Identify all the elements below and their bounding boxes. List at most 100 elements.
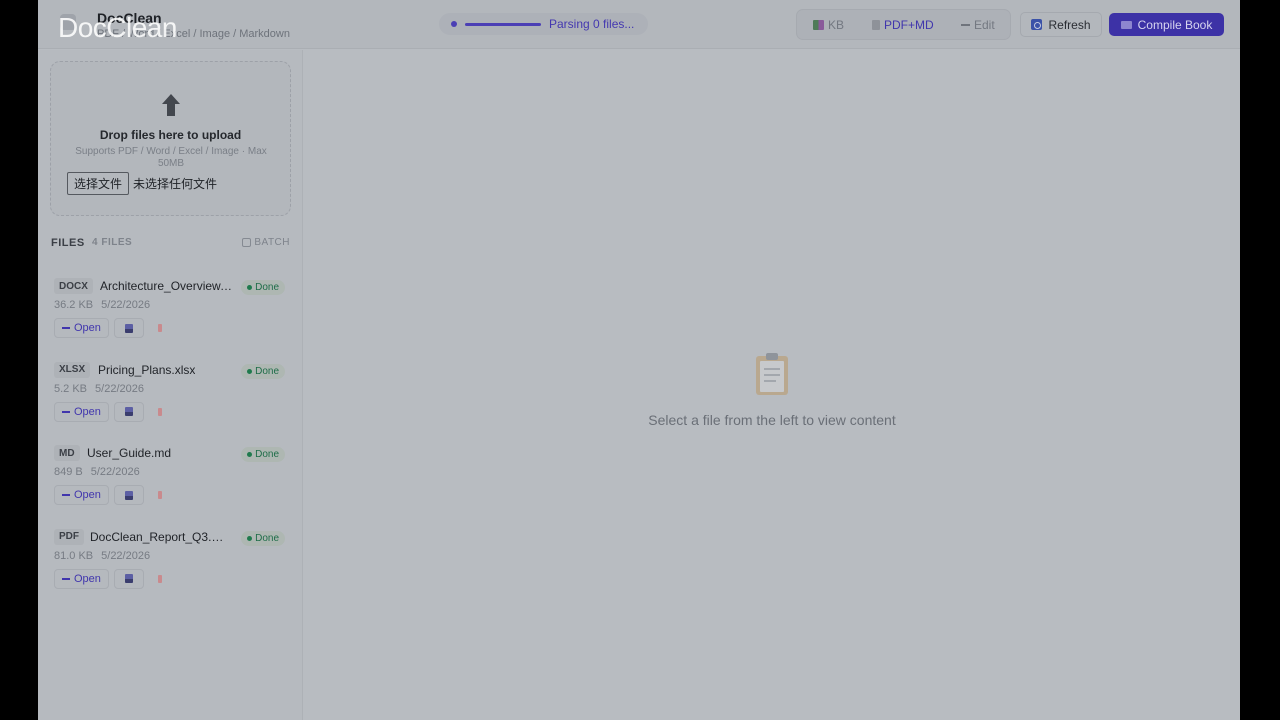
document-icon	[872, 19, 880, 30]
top-bar: DocClean PDF / Word / Excel / Image / Ma…	[38, 0, 1240, 49]
file-date: 5/22/2026	[101, 549, 151, 562]
download-icon	[124, 490, 133, 500]
mode-pdf-md-label: PDF+MD	[884, 17, 934, 32]
progress-dot-icon	[451, 21, 457, 27]
file-date: 5/22/2026	[101, 299, 151, 311]
open-file-button[interactable]: Open	[54, 485, 109, 505]
status-dot-icon	[247, 368, 253, 374]
view-mode-switch: KB PDF+MD Edit	[796, 9, 1011, 40]
delete-button[interactable]	[149, 569, 171, 589]
empty-state-text: Select a file from the left to view cont…	[648, 412, 896, 428]
file-list-item[interactable]: PDF DocClean_Report_Q3.pdf Done 81.0 KB 5/22…	[48, 520, 293, 604]
status-dot-icon	[247, 452, 253, 457]
compile-book-label: Compile Book	[1137, 17, 1213, 32]
download-icon	[124, 574, 133, 583]
files-label: FILES	[51, 237, 85, 249]
open-icon	[62, 494, 70, 496]
open-label: Open	[74, 322, 101, 334]
progress-bar	[465, 23, 541, 26]
mode-kb-label: KB	[828, 17, 845, 32]
refresh-button[interactable]: Refresh	[1020, 12, 1102, 37]
choose-file-status: 未选择任何文件	[133, 177, 218, 191]
file-list-item[interactable]: XLSX Pricing_Plans.xlsx Done 5.2 KB 5/22/202…	[48, 353, 293, 437]
file-chooser: 选择文件 未选择任何文件	[67, 172, 217, 195]
status-label: Done	[255, 449, 279, 460]
file-date: 5/22/2026	[90, 466, 140, 478]
progress-text: Parsing 0 files...	[549, 17, 635, 31]
file-list-item[interactable]: MD User_Guide.md Done 849 B 5/22/2026 Open	[48, 436, 293, 520]
file-size: 5.2 KB	[54, 382, 88, 395]
open-file-button[interactable]: Open	[54, 318, 109, 338]
open-icon	[62, 577, 70, 580]
status-dot-icon	[247, 535, 253, 541]
delete-button[interactable]	[149, 318, 171, 338]
file-actions: Open	[54, 568, 171, 589]
app-window: DocClean PDF / Word / Excel / Image / Ma…	[38, 0, 1240, 720]
file-name[interactable]: DocClean_Report_Q3.pdf	[90, 530, 224, 544]
mode-kb-button[interactable]: KB	[805, 13, 852, 36]
status-badge: Done	[241, 280, 285, 295]
dropzone-title: Drop files here to upload	[99, 128, 242, 142]
download-icon	[124, 407, 133, 416]
file-actions: Open	[54, 318, 171, 338]
upload-dropzone[interactable]: Drop files here to upload Supports PDF /…	[50, 61, 291, 216]
choose-file-button[interactable]: 选择文件	[67, 172, 130, 195]
progress-bar-fill	[465, 23, 541, 26]
open-label: Open	[74, 405, 101, 418]
sidebar: Drop files here to upload Supports PDF /…	[38, 50, 303, 720]
edit-icon	[961, 23, 970, 26]
files-count: 4 FILES	[92, 237, 133, 248]
file-name[interactable]: Pricing_Plans.xlsx	[98, 363, 195, 377]
file-type-badge: MD	[54, 445, 80, 461]
download-button[interactable]	[113, 568, 144, 589]
batch-button[interactable]: BATCH	[242, 237, 290, 248]
delete-button[interactable]	[149, 485, 171, 505]
open-file-button[interactable]: Open	[54, 568, 109, 589]
open-icon	[62, 410, 70, 413]
file-name[interactable]: User_Guide.md	[87, 446, 171, 460]
dropzone-hint: Supports PDF / Word / Excel / Image · Ma…	[75, 146, 267, 169]
open-file-button[interactable]: Open	[54, 401, 109, 422]
file-type-badge: DOCX	[54, 278, 93, 294]
file-meta: 849 B 5/22/2026	[54, 466, 140, 478]
refresh-icon	[1031, 19, 1043, 30]
status-label: Done	[255, 365, 279, 377]
clipboard-icon	[756, 353, 788, 395]
content-area: Select a file from the left to view cont…	[304, 50, 1240, 720]
status-badge: Done	[241, 363, 285, 379]
file-list: DOCX Architecture_Overview.docx Done 36.2 K…	[48, 269, 293, 603]
file-actions: Open	[54, 401, 171, 422]
status-badge: Done	[241, 447, 285, 462]
status-badge: Done	[241, 530, 285, 546]
download-button[interactable]	[113, 401, 144, 422]
file-size: 36.2 KB	[54, 299, 94, 311]
mode-edit-button[interactable]: Edit	[953, 13, 1003, 36]
download-button[interactable]	[113, 485, 144, 505]
status-label: Done	[255, 282, 279, 293]
trash-icon	[157, 407, 162, 416]
delete-button[interactable]	[149, 402, 171, 422]
parse-progress: Parsing 0 files...	[439, 13, 648, 35]
download-icon	[124, 323, 133, 333]
mode-pdf-md-button[interactable]: PDF+MD	[864, 13, 942, 36]
download-button[interactable]	[113, 318, 144, 338]
refresh-label: Refresh	[1048, 17, 1091, 32]
open-label: Open	[74, 489, 101, 501]
mode-edit-label: Edit	[974, 17, 995, 32]
batch-label: BATCH	[254, 237, 290, 248]
file-date: 5/22/2026	[95, 382, 144, 395]
trash-icon	[157, 324, 162, 332]
file-meta: 81.0 KB 5/22/2026	[54, 550, 150, 562]
file-actions: Open	[54, 485, 171, 505]
file-type-badge: XLSX	[54, 361, 91, 378]
compile-book-button[interactable]: Compile Book	[1109, 13, 1224, 36]
trash-icon	[157, 574, 162, 583]
file-size: 849 B	[54, 466, 83, 478]
watermark-text: DocClean	[58, 12, 177, 43]
status-dot-icon	[247, 285, 253, 290]
knowledge-base-icon	[813, 19, 824, 30]
file-type-badge: PDF	[54, 528, 84, 545]
status-label: Done	[255, 532, 279, 544]
file-name[interactable]: Architecture_Overview.docx	[100, 279, 234, 293]
file-list-item[interactable]: DOCX Architecture_Overview.docx Done 36.2 K…	[48, 269, 293, 353]
